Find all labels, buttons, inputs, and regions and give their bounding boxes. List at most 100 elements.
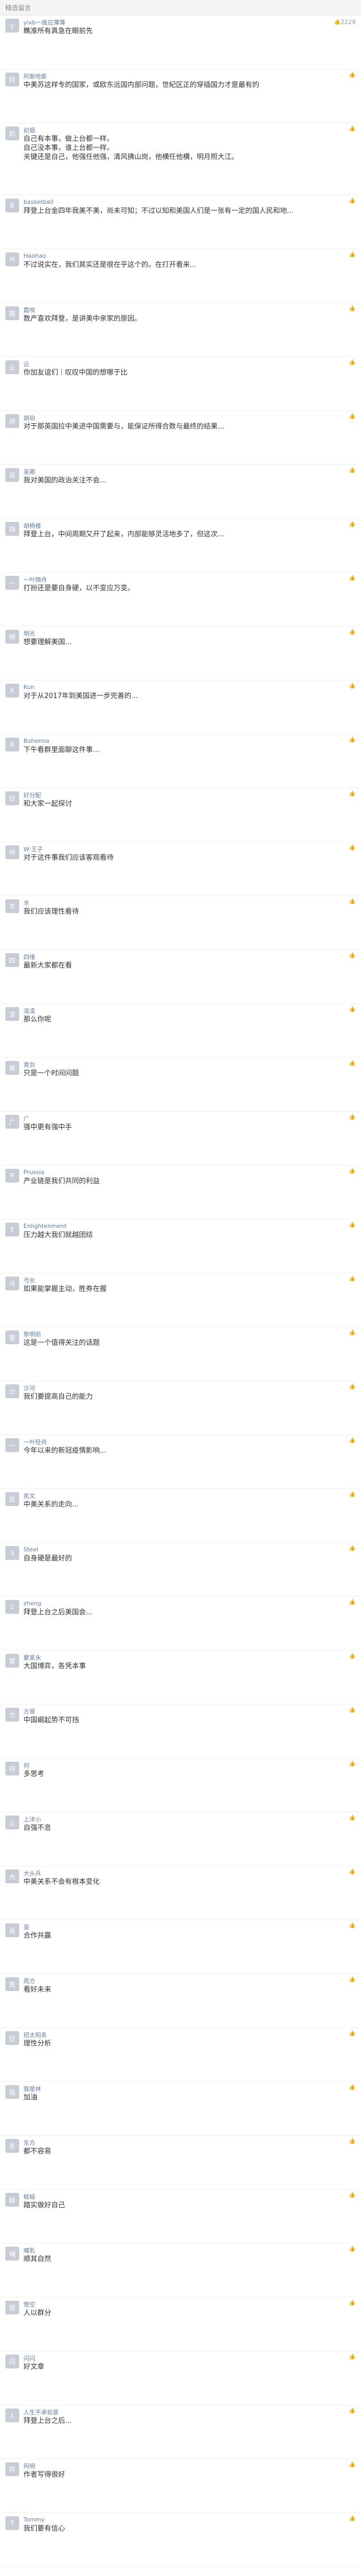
like-button[interactable]: 👍 <box>349 953 356 958</box>
like-button[interactable]: 👍 <box>349 1869 356 1875</box>
avatar[interactable]: 一 <box>5 576 19 590</box>
commenter-name[interactable]: 初烟 <box>23 126 35 134</box>
avatar[interactable]: 初 <box>5 126 19 140</box>
commenter-name[interactable]: 招太阳系 <box>23 2031 47 2039</box>
commenter-name[interactable]: 胡珀 <box>23 414 35 422</box>
like-button[interactable]: 👍 <box>349 2247 356 2252</box>
commenter-name[interactable]: 大头兵 <box>23 1869 41 1877</box>
avatar[interactable]: 四 <box>5 953 19 967</box>
like-button[interactable]: 👍 <box>349 414 356 419</box>
avatar[interactable]: 蒙 <box>5 1654 19 1668</box>
like-button[interactable]: 👍 2229 <box>334 19 356 26</box>
like-button[interactable]: 👍 <box>349 1384 356 1390</box>
commenter-name[interactable]: 凌凌 <box>23 1006 35 1015</box>
commenter-name[interactable]: 东方 <box>23 2138 35 2147</box>
avatar[interactable]: 明 <box>5 630 19 644</box>
commenter-name[interactable]: Steel <box>23 1546 38 1553</box>
avatar[interactable]: 阿 <box>5 2462 19 2476</box>
commenter-name[interactable]: 羊 <box>23 899 29 907</box>
avatar[interactable]: 周 <box>5 1977 19 1991</box>
like-button[interactable]: 👍 <box>349 1438 356 1444</box>
like-button[interactable]: 👍 <box>349 1762 356 1767</box>
commenter-name[interactable]: 凯文 <box>23 1492 35 1500</box>
commenter-name[interactable]: 蒙家永 <box>23 1653 41 1662</box>
like-button[interactable]: 👍 <box>349 306 356 312</box>
like-button[interactable]: 👍 <box>349 1277 356 1282</box>
like-button[interactable]: 👍 <box>349 791 356 797</box>
like-button[interactable]: 👍 <box>349 2139 356 2144</box>
like-button[interactable]: 👍 <box>349 630 356 635</box>
avatar[interactable]: B <box>5 199 19 212</box>
avatar[interactable]: 哺 <box>5 2247 19 2261</box>
like-button[interactable]: 👍 <box>349 1169 356 1174</box>
commenter-name[interactable]: 悟空 <box>23 2300 35 2309</box>
commenter-name[interactable]: 吴 <box>23 1923 29 1931</box>
commenter-name[interactable]: Enlightenment <box>23 1223 67 1230</box>
commenter-name[interactable]: 弓长 <box>23 1276 35 1285</box>
commenter-name[interactable]: 哺乳 <box>23 2246 35 2255</box>
like-button[interactable]: 👍 <box>349 1492 356 1497</box>
avatar[interactable]: B <box>5 738 19 751</box>
like-button[interactable]: 👍 <box>349 2408 356 2414</box>
like-button[interactable]: 👍 <box>349 1923 356 1929</box>
like-button[interactable]: 👍 <box>349 2085 356 2090</box>
commenter-name[interactable]: 好分配 <box>23 791 41 799</box>
commenter-name[interactable]: 闪闪 <box>23 2354 35 2363</box>
avatar[interactable]: 吴 <box>5 468 19 482</box>
like-button[interactable]: 👍 <box>349 1600 356 1605</box>
commenter-name[interactable]: 吴卿 <box>23 467 35 476</box>
like-button[interactable]: 👍 <box>349 1061 356 1066</box>
like-button[interactable]: 👍 <box>349 1816 356 1821</box>
commenter-name[interactable]: Bohemia <box>23 738 50 744</box>
avatar[interactable]: 闪 <box>5 2355 19 2368</box>
commenter-name[interactable]: 四维 <box>23 953 35 961</box>
avatar[interactable]: y <box>5 19 19 33</box>
commenter-name[interactable]: 广 <box>23 1114 29 1123</box>
avatar[interactable]: 悟 <box>5 2301 19 2315</box>
like-button[interactable]: 👍 <box>349 468 356 473</box>
commenter-name[interactable]: 何 <box>23 1761 29 1770</box>
like-button[interactable]: 👍 <box>349 2355 356 2360</box>
avatar[interactable]: 一 <box>5 1438 19 1452</box>
avatar[interactable]: 好 <box>5 791 19 805</box>
avatar[interactable]: z <box>5 1600 19 1614</box>
avatar[interactable]: K <box>5 684 19 697</box>
avatar[interactable]: H <box>5 252 19 266</box>
commenter-name[interactable]: 阿明 <box>23 2462 35 2470</box>
like-button[interactable]: 👍 <box>349 2462 356 2468</box>
like-button[interactable]: 👍 <box>349 1330 356 1336</box>
commenter-name[interactable]: basketball <box>23 199 53 205</box>
commenter-name[interactable]: 人生不承如意 <box>23 2408 59 2416</box>
like-button[interactable]: 👍 <box>349 1977 356 1983</box>
avatar[interactable]: E <box>5 1223 19 1237</box>
commenter-name[interactable]: 方哥 <box>23 1707 35 1716</box>
avatar[interactable]: 胡 <box>5 414 19 428</box>
like-button[interactable]: 👍 <box>349 2301 356 2306</box>
avatar[interactable]: 凌 <box>5 1007 19 1021</box>
commenter-name[interactable]: 上洋小 <box>23 1815 41 1824</box>
avatar[interactable]: 东 <box>5 2139 19 2153</box>
commenter-name[interactable]: 周方 <box>23 1977 35 1985</box>
avatar[interactable]: 大 <box>5 1869 19 1883</box>
like-button[interactable]: 👍 <box>349 2031 356 2036</box>
commenter-name[interactable]: Prussia <box>23 1169 44 1176</box>
avatar[interactable]: 方 <box>5 1708 19 1722</box>
like-button[interactable]: 👍 <box>349 684 356 689</box>
avatar[interactable]: 阿 <box>5 73 19 86</box>
commenter-name[interactable]: 青剑 <box>23 1060 35 1069</box>
like-button[interactable]: 👍 <box>349 1654 356 1659</box>
like-button[interactable]: 👍 <box>349 899 356 905</box>
avatar[interactable]: P <box>5 1169 19 1183</box>
commenter-name[interactable]: 黎明前 <box>23 1330 41 1338</box>
avatar[interactable]: 何 <box>5 1762 19 1776</box>
avatar[interactable]: 招 <box>5 2031 19 2045</box>
like-button[interactable]: 👍 <box>349 2516 356 2522</box>
like-button[interactable]: 👍 <box>349 73 356 78</box>
avatar[interactable]: 我 <box>5 2085 19 2099</box>
commenter-name[interactable]: Tommy <box>23 2516 45 2523</box>
like-button[interactable]: 👍 <box>349 126 356 132</box>
commenter-name[interactable]: 云 <box>23 360 29 368</box>
avatar[interactable]: 霞 <box>5 306 19 320</box>
avatar[interactable]: 凯 <box>5 1492 19 1506</box>
like-button[interactable]: 👍 <box>349 1115 356 1120</box>
